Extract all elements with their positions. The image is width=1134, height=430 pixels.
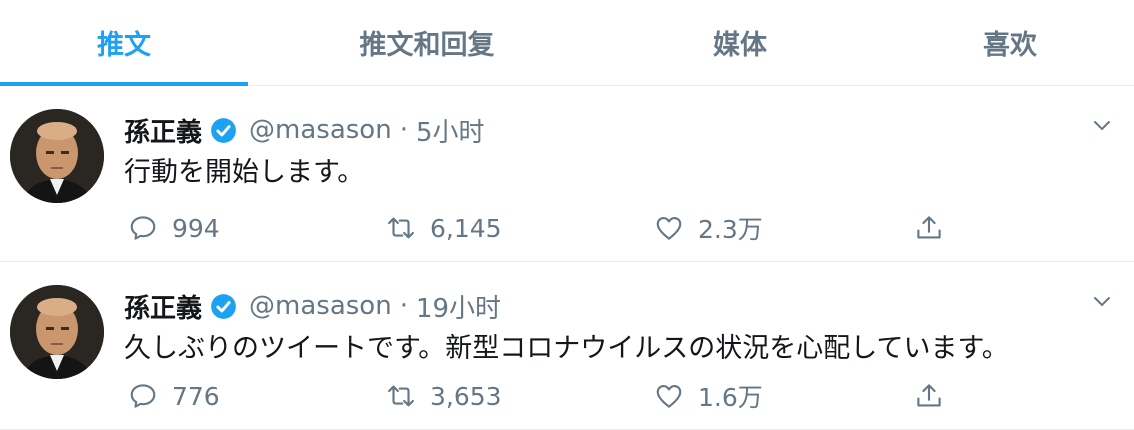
share-button[interactable] [914,376,944,416]
like-button[interactable]: 1.6万 [654,376,763,416]
tweet-actions: 776 3,653 1.6万 [124,376,984,416]
tweet-header: 孫正義 @masason · 5小时 [124,112,485,149]
author-name[interactable]: 孫正義 [124,112,202,149]
retweet-icon [388,217,414,239]
reply-count: 776 [172,381,220,411]
like-count: 1.6万 [698,383,763,412]
tweet-text: 久しぶりのツイートです。新型コロナウイルスの状況を心配しています。 [124,333,1009,364]
chevron-down-icon[interactable] [1090,114,1114,138]
tweet-header: 孫正義 @masason · 19小时 [124,288,501,325]
separator-dot: · [399,115,408,145]
author-handle[interactable]: @masason [249,291,392,321]
reply-button[interactable]: 776 [128,376,220,416]
retweet-count: 3,653 [430,381,502,411]
separator-dot: · [399,291,408,321]
share-icon [917,384,941,407]
author-handle[interactable]: @masason [249,115,392,145]
retweet-button[interactable]: 6,145 [386,208,502,248]
share-button[interactable] [914,208,944,248]
verified-badge-icon [211,293,236,319]
tab-tweets[interactable]: 推文 [0,0,248,86]
retweet-count: 6,145 [430,213,502,243]
tab-likes[interactable]: 喜欢 [886,0,1134,85]
tweet-2[interactable]: 孫正義 @masason · 19小时 久しぶりのツイートです。新型コロナウイル… [0,262,1134,430]
share-icon [917,216,941,239]
tab-tweets-and-replies[interactable]: 推文和回复 [303,0,551,85]
like-button[interactable]: 2.3万 [654,208,763,248]
retweet-button[interactable]: 3,653 [386,376,502,416]
reply-icon [130,216,156,240]
like-count: 2.3万 [698,215,763,244]
avatar-portrait-icon [10,285,104,379]
reply-count: 994 [172,213,220,243]
profile-tabs: 推文 推文和回复 媒体 喜欢 [0,0,1134,86]
reply-icon [130,384,156,408]
tweet-time[interactable]: 5小时 [416,112,485,149]
avatar[interactable] [10,285,104,379]
verified-badge-icon [211,117,236,143]
tweet-text: 行動を開始します。 [124,157,365,188]
heart-icon [656,384,682,408]
heart-icon [656,216,682,240]
chevron-down-icon[interactable] [1090,290,1114,314]
retweet-icon [388,385,414,407]
tweet-actions: 994 6,145 2.3万 [124,208,984,248]
tab-media[interactable]: 媒体 [616,0,864,85]
avatar[interactable] [10,109,104,203]
tweet-time[interactable]: 19小时 [416,288,501,325]
reply-button[interactable]: 994 [128,208,220,248]
tweet-1[interactable]: 孫正義 @masason · 5小时 行動を開始します。 994 6,145 2… [0,86,1134,262]
author-name[interactable]: 孫正義 [124,288,202,325]
avatar-portrait-icon [10,109,104,203]
